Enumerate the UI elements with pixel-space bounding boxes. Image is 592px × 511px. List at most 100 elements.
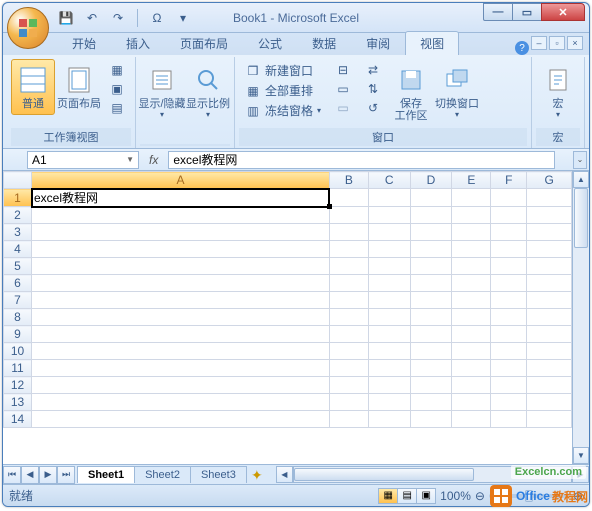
cell[interactable] [410,258,452,275]
grid[interactable]: A B C D E F G 1excel教程网 2 3 4 5 6 7 8 9 … [3,171,572,464]
cell[interactable] [527,258,572,275]
cell[interactable] [452,360,491,377]
fx-icon[interactable]: fx [149,153,158,167]
cell[interactable] [491,258,527,275]
cell[interactable] [329,207,368,224]
qat-dropdown-icon[interactable]: ▾ [174,9,192,27]
cell[interactable] [32,377,330,394]
scroll-track[interactable] [573,188,589,447]
compare-button[interactable]: ⇄ [361,61,385,79]
cell[interactable] [452,275,491,292]
cell[interactable] [368,309,410,326]
maximize-button[interactable]: ▭ [512,3,542,21]
hide-button[interactable]: ▭ [331,80,355,98]
cell[interactable] [32,275,330,292]
cell[interactable] [32,394,330,411]
office-button[interactable] [7,7,49,49]
cell[interactable] [368,326,410,343]
scroll-down-button[interactable]: ▼ [573,447,589,464]
tab-page-layout[interactable]: 页面布局 [165,31,243,55]
cell[interactable] [491,309,527,326]
cell[interactable] [410,360,452,377]
cell[interactable] [329,343,368,360]
symbol-icon[interactable]: Ω [148,9,166,27]
cell[interactable] [491,275,527,292]
cell[interactable] [32,411,330,428]
formula-bar[interactable]: excel教程网 [168,151,555,169]
zoom-out-button[interactable]: ⊖ [475,489,485,503]
cell[interactable] [410,224,452,241]
zoom-button[interactable]: 显示比例 ▾ [186,59,230,124]
cell[interactable] [527,275,572,292]
cell[interactable] [32,360,330,377]
reset-pos-button[interactable]: ↺ [361,99,385,117]
minimize-button[interactable]: — [483,3,513,21]
sheet-tab-2[interactable]: Sheet2 [134,466,191,483]
cell[interactable] [527,377,572,394]
cell[interactable] [368,241,410,258]
switch-windows-button[interactable]: 切换窗口 ▾ [435,59,479,124]
cell[interactable] [368,275,410,292]
col-header-c[interactable]: C [368,172,410,189]
row-header-6[interactable]: 6 [4,275,32,292]
help-icon[interactable]: ? [515,41,529,55]
break-mode-button[interactable]: ▣ [416,488,436,504]
cell[interactable] [368,394,410,411]
cell[interactable] [368,207,410,224]
cell-a1[interactable]: excel教程网 [32,189,330,207]
cell[interactable] [32,343,330,360]
cell[interactable] [410,292,452,309]
cell[interactable] [527,411,572,428]
cell[interactable] [32,309,330,326]
row-header-9[interactable]: 9 [4,326,32,343]
row-header-2[interactable]: 2 [4,207,32,224]
cell[interactable] [452,189,491,207]
col-header-a[interactable]: A [32,172,330,189]
mdi-minimize[interactable]: – [531,36,547,50]
col-header-d[interactable]: D [410,172,452,189]
redo-icon[interactable]: ↷ [109,9,127,27]
close-button[interactable]: ✕ [541,3,585,21]
save-icon[interactable]: 💾 [57,9,75,27]
cell[interactable] [491,394,527,411]
cell[interactable] [491,377,527,394]
cell[interactable] [368,258,410,275]
cell[interactable] [368,377,410,394]
vertical-scrollbar[interactable]: ▲ ▼ [572,171,589,464]
tab-home[interactable]: 开始 [57,31,111,55]
cell[interactable] [32,292,330,309]
cell[interactable] [491,224,527,241]
col-header-f[interactable]: F [491,172,527,189]
cell[interactable] [368,411,410,428]
row-header-14[interactable]: 14 [4,411,32,428]
row-header-10[interactable]: 10 [4,343,32,360]
misc-view-button[interactable]: ▤ [105,99,129,117]
cell[interactable] [491,326,527,343]
col-header-e[interactable]: E [452,172,491,189]
cell[interactable] [410,326,452,343]
cell[interactable] [410,207,452,224]
normal-mode-button[interactable]: ▦ [378,488,398,504]
cell[interactable] [329,275,368,292]
cell[interactable] [527,241,572,258]
cell[interactable] [491,241,527,258]
cell[interactable] [368,343,410,360]
page-layout-button[interactable]: 页面布局 [57,59,101,115]
row-header-1[interactable]: 1 [4,189,32,207]
cell[interactable] [452,411,491,428]
cell[interactable] [452,394,491,411]
undo-icon[interactable]: ↶ [83,9,101,27]
sheet-tab-3[interactable]: Sheet3 [190,466,247,483]
cell[interactable] [410,309,452,326]
cell[interactable] [32,326,330,343]
scroll-up-button[interactable]: ▲ [573,171,589,188]
cell[interactable] [452,258,491,275]
cell[interactable] [527,207,572,224]
cell[interactable] [527,309,572,326]
cell[interactable] [452,343,491,360]
cell[interactable] [410,411,452,428]
row-header-11[interactable]: 11 [4,360,32,377]
cell[interactable] [368,224,410,241]
scroll-thumb[interactable] [574,188,588,248]
freeze-panes-button[interactable]: ▥冻结窗格▾ [241,101,325,120]
